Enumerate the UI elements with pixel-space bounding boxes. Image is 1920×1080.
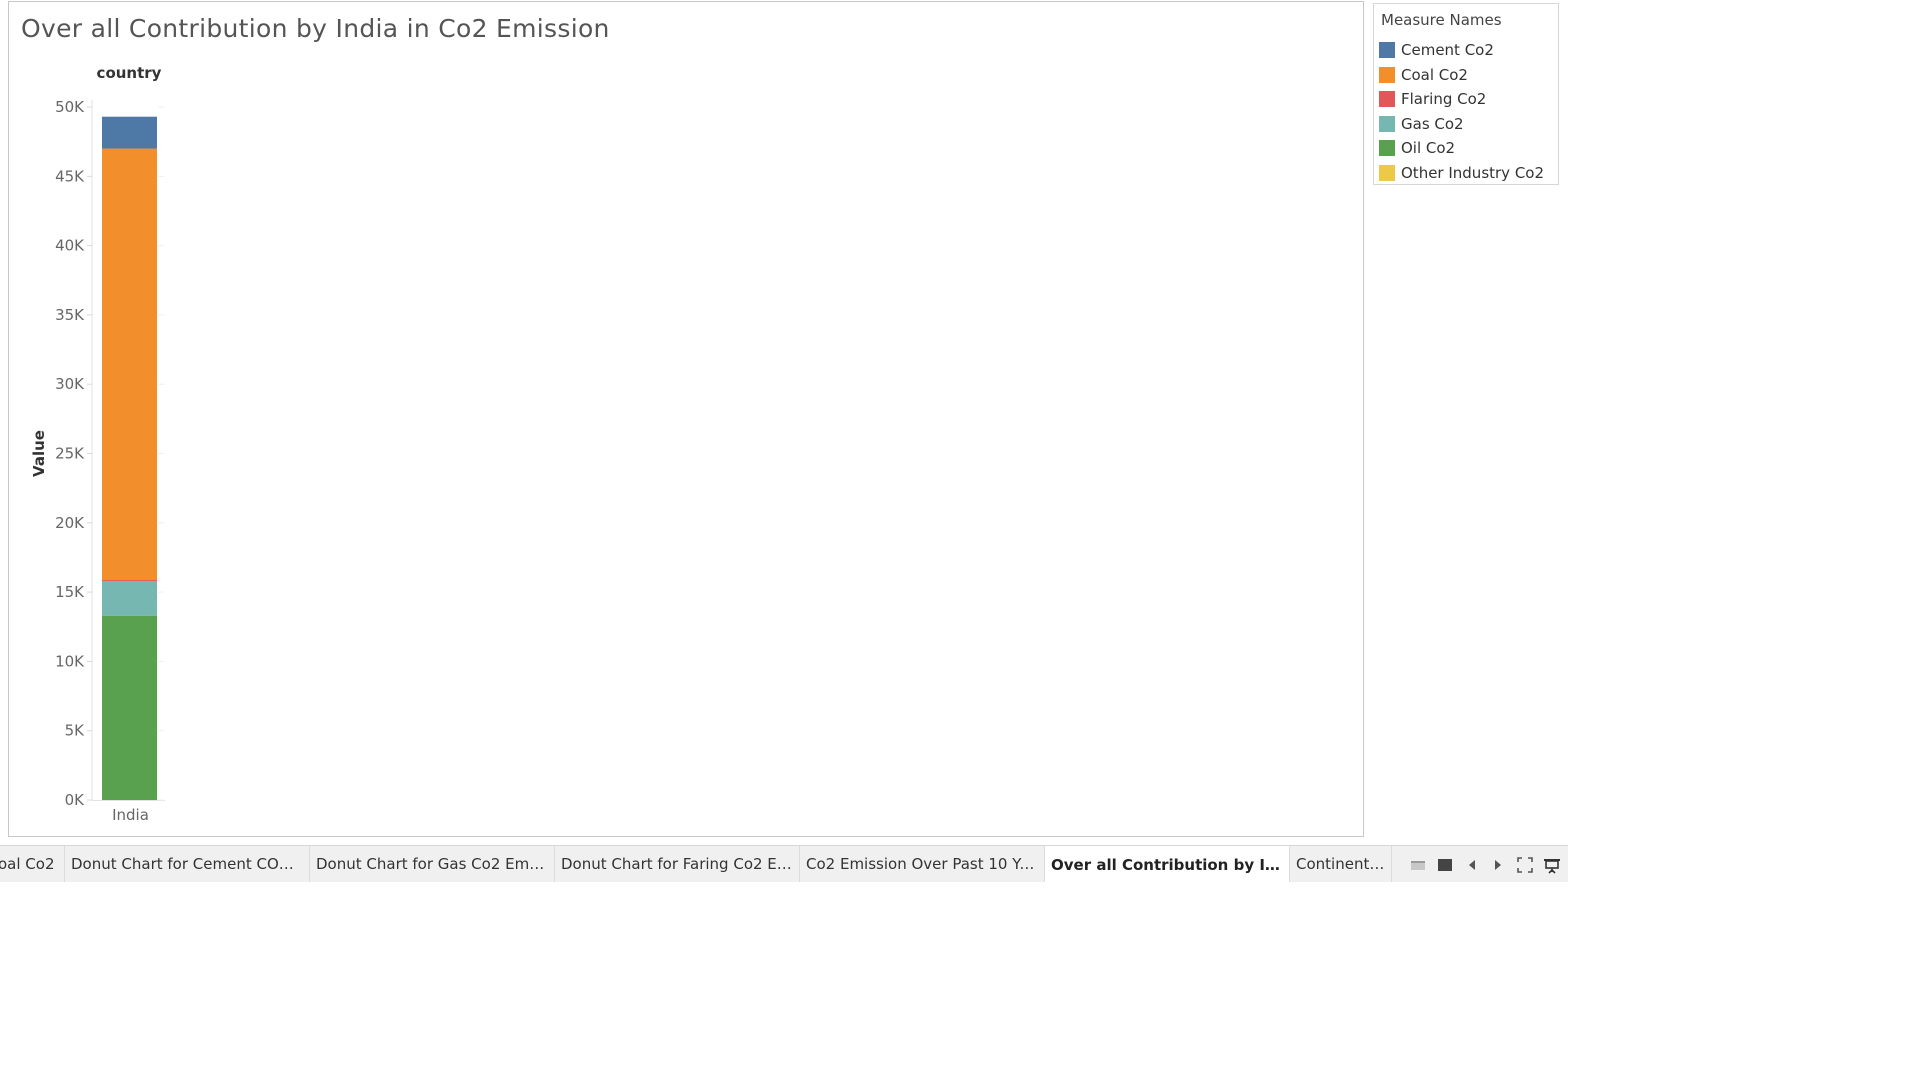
tab-controls: [1392, 846, 1568, 882]
legend-item[interactable]: Cement Co2: [1378, 40, 1556, 60]
column-header: country: [97, 64, 162, 82]
sheet-tab[interactable]: Co2 Emission Over Past 10 Years: [800, 846, 1045, 882]
sheet-tab[interactable]: Donut Chart for Gas Co2 Emission: [310, 846, 555, 882]
y-tick-label: 5K: [65, 722, 86, 740]
bar-segment-coal-co2[interactable]: [102, 148, 157, 581]
y-tick-label: 35K: [55, 306, 85, 324]
previous-sheet-icon[interactable]: [1462, 855, 1482, 875]
sheet-tab[interactable]: Donut Chart for Faring Co2 Emis...: [555, 846, 800, 882]
bar-segment-oil-co2[interactable]: [102, 615, 157, 800]
legend-label: Other Industry Co2: [1401, 163, 1545, 182]
x-category-label: India: [112, 806, 149, 824]
fullscreen-icon[interactable]: [1515, 855, 1535, 875]
legend-item[interactable]: Flaring Co2: [1378, 89, 1556, 109]
bar-segment-gas-co2[interactable]: [102, 581, 157, 616]
y-tick-label: 0K: [65, 791, 86, 809]
y-tick-label: 45K: [55, 167, 85, 185]
y-tick-label: 20K: [55, 514, 85, 532]
legend-swatch: [1379, 140, 1395, 156]
y-tick-label: 25K: [55, 445, 85, 463]
legend-swatch: [1379, 164, 1395, 181]
legend-swatch: [1379, 91, 1395, 107]
legend-item[interactable]: Gas Co2: [1378, 114, 1556, 134]
show-filmstrip-icon[interactable]: [1408, 855, 1428, 875]
legend-item[interactable]: Coal Co2: [1378, 65, 1556, 85]
legend-item[interactable]: Oil Co2: [1378, 138, 1556, 158]
legend-item[interactable]: Other Industry Co2: [1378, 163, 1556, 183]
sheet-tab-strip: oal Co2 Donut Chart for Cement CO2 E... Do…: [0, 845, 1568, 882]
bar-segment-flaring-co2[interactable]: [102, 580, 157, 582]
workbook-view: Over all Contribution by India in Co2 Em…: [0, 0, 1568, 882]
sheet-tab[interactable]: Continent Wis: [1290, 846, 1392, 882]
next-sheet-icon[interactable]: [1488, 855, 1508, 875]
sheet-tab[interactable]: Donut Chart for Cement CO2 E...: [65, 846, 310, 882]
legend-swatch: [1379, 115, 1395, 132]
presentation-mode-icon[interactable]: [1542, 855, 1562, 875]
legend-label: Coal Co2: [1401, 65, 1468, 84]
y-tick-label: 40K: [55, 237, 85, 255]
legend-label: Cement Co2: [1401, 41, 1494, 59]
y-tick-label: 30K: [55, 375, 85, 393]
legend-title: Measure Names: [1381, 11, 1502, 29]
show-tabs-icon[interactable]: [1435, 855, 1455, 875]
legend-swatch: [1379, 42, 1395, 58]
y-tick-label: 15K: [55, 583, 85, 601]
y-tick-label: 50K: [55, 98, 85, 116]
color-legend[interactable]: Measure Names Cement Co2 Coal Co2 Flaring …: [1373, 3, 1559, 185]
bar-segment-cement-co2[interactable]: [102, 116, 157, 149]
sheet-tab[interactable]: oal Co2: [0, 846, 65, 882]
legend-label: Flaring Co2: [1401, 90, 1487, 108]
y-axis-title: Value: [30, 430, 48, 477]
stacked-bar-chart: country Value 0K 5K 10K 15K 20K 25K 30K 35K 40K 45K…: [30, 64, 165, 824]
sheet-tab-active[interactable]: Over all Contribution by India i...: [1045, 846, 1290, 882]
legend-label: Gas Co2: [1401, 114, 1464, 133]
y-tick-label: 10K: [55, 652, 85, 670]
legend-label: Oil Co2: [1401, 139, 1456, 157]
legend-swatch: [1379, 66, 1395, 83]
